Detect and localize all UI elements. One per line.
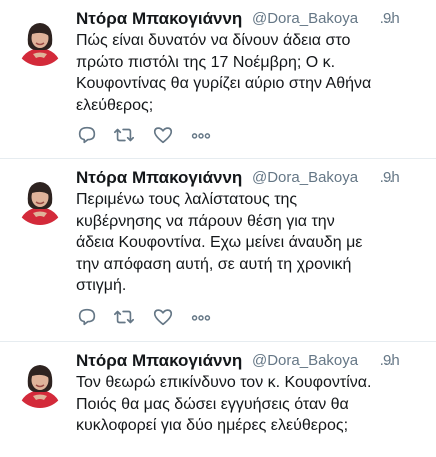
tweet-text-line: ελεύθερος; [76,96,154,114]
tweet-text-line: στιγμή. [76,277,127,294]
author-name[interactable]: Ντόρα Μπακογιάννη [76,167,242,189]
avatar[interactable] [14,356,66,408]
tweet-text-line: την απόφαση αυτή, σε αυτή τη χρονική [76,255,352,273]
tweet-actions [76,306,226,330]
author-handle[interactable]: @Dora_Bakoya [252,8,380,30]
avatar-image [14,173,66,225]
tweet-text-line: Τον θεωρώ επικίνδυνο τον κ. Κουφοντίνα. [76,374,372,391]
avatar-image [14,356,66,408]
more-icon[interactable] [190,306,212,330]
tweet-text-line: άδεια Κουφοντίνα. Εχω μείνει άναυδη με [76,234,363,251]
tweet[interactable]: Ντόρα Μπακογιάννη @Dora_Bakoya … 9h Περι… [0,159,436,341]
tweet-text-line: κυβέρνησης να πάρουν θέση για την [76,212,335,230]
like-icon[interactable] [152,124,174,148]
tweet-text-line: Πώς είναι δυνατόν να δίνουν άδεια στο [76,32,351,49]
author-name[interactable]: Ντόρα Μπακογιάννη [76,350,242,372]
tweet-text-line: Κουφοντίνας θα γυρίζει αύριο στην Αθήνα [76,75,372,92]
tweet-header: Ντόρα Μπακογιάννη @Dora_Bakoya … 9h [76,350,428,372]
more-icon[interactable] [190,124,212,148]
reply-icon[interactable] [76,124,98,148]
reply-icon[interactable] [76,306,98,330]
author-handle[interactable]: @Dora_Bakoya [252,350,380,372]
tweet-header: Ντόρα Μπακογιάννη @Dora_Bakoya … 9h [76,8,428,30]
tweet-actions [76,124,226,148]
tweet[interactable]: Ντόρα Μπακογιάννη @Dora_Bakoya … 9h Πώς … [0,0,436,158]
tweet[interactable]: Ντόρα Μπακογιάννη @Dora_Bakoya … 9h Τον … [0,342,436,457]
timestamp[interactable]: 9h [383,350,400,372]
tweet-text-line: Περιμένω τους λαλίστατους της [76,191,298,208]
tweet-text-line: Ποιός θα μας δώσει εγγυήσεις όταν θα [76,395,349,413]
tweet-text-line: πρώτο πιστόλι της 17 Νοέμβρη; Ο κ. [76,53,336,71]
tweet-text-line: κυκλοφορεί για δύο ημέρες ελεύθερος; [76,417,349,434]
timestamp[interactable]: 9h [383,167,400,189]
author-name[interactable]: Ντόρα Μπακογιάννη [76,8,242,30]
tweet-text: Περιμένω τους λαλίστατους της κυβέρνησης… [76,189,422,297]
avatar-image [14,14,66,66]
tweet-text: Πώς είναι δυνατόν να δίνουν άδεια στο πρ… [76,30,422,116]
tweet-text: Τον θεωρώ επικίνδυνο τον κ. Κουφοντίνα. … [76,372,422,437]
author-handle[interactable]: @Dora_Bakoya [252,167,380,189]
retweet-icon[interactable] [112,306,136,330]
tweet-header: Ντόρα Μπακογιάννη @Dora_Bakoya … 9h [76,167,428,189]
avatar[interactable] [14,14,66,66]
retweet-icon[interactable] [112,124,136,148]
like-icon[interactable] [152,306,174,330]
timestamp[interactable]: 9h [383,8,400,30]
avatar[interactable] [14,173,66,225]
